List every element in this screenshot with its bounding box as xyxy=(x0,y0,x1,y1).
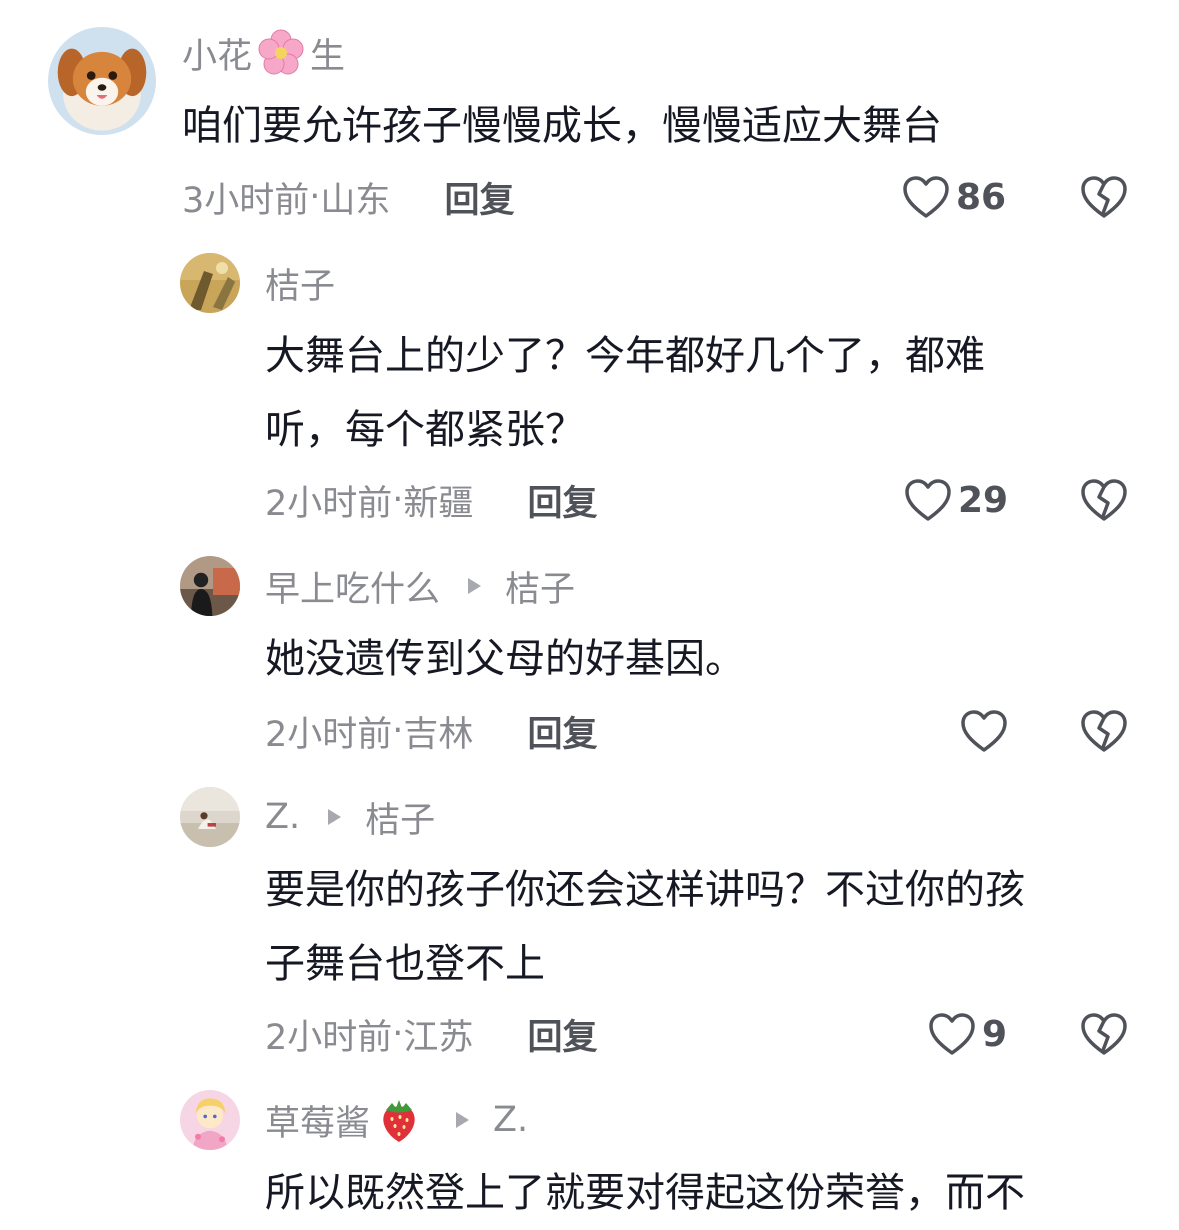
comment-location: 江苏 xyxy=(403,1017,474,1058)
heart-icon xyxy=(905,479,951,521)
cherry-blossom-icon xyxy=(256,28,306,78)
avatar[interactable] xyxy=(180,1090,240,1150)
comment-author[interactable]: 早上吃什么 桔子 xyxy=(265,561,575,611)
heart-icon xyxy=(929,1013,975,1055)
comment-location: 新疆 xyxy=(403,483,474,524)
comment-text: 要是你的孩子你还会这样讲吗？不过你的孩 子舞台也登不上 xyxy=(265,867,1025,987)
broken-heart-icon[interactable] xyxy=(1080,708,1128,754)
comment-author[interactable]: 桔子 xyxy=(265,258,335,308)
reply-arrow-icon xyxy=(456,1112,470,1128)
reply-button[interactable]: 回复 xyxy=(527,1009,597,1060)
reply-to-name[interactable]: Z. xyxy=(493,1100,528,1140)
comment-location: 吉林 xyxy=(403,714,474,755)
comment-text: 所以既然登上了就要对得起这份荣誉，而不 xyxy=(265,1170,1025,1216)
comment-author[interactable]: 草莓酱 Z. xyxy=(265,1095,528,1145)
comment-time: 2小时前 xyxy=(265,1017,393,1058)
broken-heart-icon[interactable] xyxy=(1080,174,1128,220)
comment-time: 3小时前 xyxy=(182,180,310,221)
author-name: 早上吃什么 xyxy=(265,569,441,610)
like-button[interactable]: 86 xyxy=(902,172,1006,222)
comment-meta: 2小时前 · 新疆 回复 xyxy=(265,475,597,525)
reply-arrow-icon xyxy=(468,578,482,594)
like-button[interactable]: 29 xyxy=(904,475,1008,525)
meta-separator: · xyxy=(392,711,404,751)
meta-separator: · xyxy=(309,177,321,217)
comment-time: 2小时前 xyxy=(265,714,393,755)
heart-icon xyxy=(903,176,949,218)
reply-to-name[interactable]: 桔子 xyxy=(365,792,435,843)
comment-meta: 2小时前 · 吉林 回复 xyxy=(265,706,597,756)
reply-button[interactable]: 回复 xyxy=(527,475,597,526)
like-count: 9 xyxy=(982,1013,1008,1055)
comment-text: 大舞台上的少了？今年都好几个了，都难 听，每个都紧张？ xyxy=(265,333,985,453)
author-name-suffix: 生 xyxy=(310,36,346,77)
comment-author[interactable]: Z. 桔子 xyxy=(265,792,435,842)
comment-text: 咱们要允许孩子慢慢成长，慢慢适应大舞台 xyxy=(182,103,942,149)
meta-separator: · xyxy=(392,480,404,520)
author-name: 桔子 xyxy=(265,266,336,307)
like-count: 86 xyxy=(956,176,1007,218)
author-name: Z. xyxy=(265,797,301,837)
author-name: 草莓酱 xyxy=(265,1103,371,1144)
avatar[interactable] xyxy=(48,27,156,135)
comment-text: 她没遗传到父母的好基因。 xyxy=(265,636,745,682)
reply-arrow-icon xyxy=(328,809,342,825)
comment-meta: 3小时前 · 山东 回复 xyxy=(182,172,514,222)
meta-separator: · xyxy=(392,1014,404,1054)
comment-meta: 2小时前 · 江苏 回复 xyxy=(265,1009,597,1059)
avatar[interactable] xyxy=(180,556,240,616)
author-name: 小花 xyxy=(182,36,253,77)
heart-icon xyxy=(961,710,1007,752)
like-button[interactable]: 9 xyxy=(928,1009,1007,1059)
comment-time: 2小时前 xyxy=(265,483,393,524)
broken-heart-icon[interactable] xyxy=(1080,1011,1128,1057)
like-button[interactable] xyxy=(960,706,1014,756)
broken-heart-icon[interactable] xyxy=(1080,477,1128,523)
reply-button[interactable]: 回复 xyxy=(444,172,514,223)
reply-button[interactable]: 回复 xyxy=(527,706,597,757)
like-count: 29 xyxy=(958,479,1009,521)
strawberry-icon xyxy=(374,1095,424,1145)
comment-location: 山东 xyxy=(320,180,391,221)
comment-author[interactable]: 小花 生 xyxy=(182,28,345,78)
reply-to-name[interactable]: 桔子 xyxy=(505,561,575,612)
avatar[interactable] xyxy=(180,253,240,313)
avatar[interactable] xyxy=(180,787,240,847)
